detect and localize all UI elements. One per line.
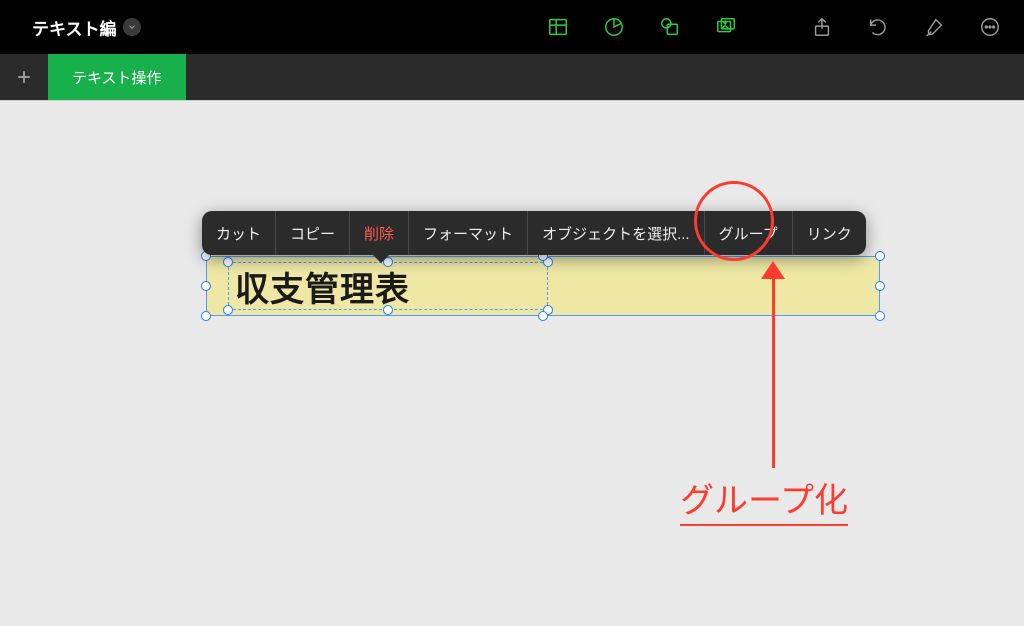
context-menu-cut[interactable]: カット [202, 211, 275, 255]
plus-icon [14, 67, 34, 87]
shape-handle-w[interactable] [201, 281, 211, 291]
shape-handle-s[interactable] [538, 311, 548, 321]
add-sheet-button[interactable] [0, 54, 48, 100]
pie-chart-icon [603, 16, 625, 38]
undo-icon [867, 16, 889, 38]
sheet-tab-active[interactable]: テキスト操作 [48, 54, 186, 100]
more-button[interactable] [968, 5, 1012, 49]
shape-handle-sw[interactable] [201, 311, 211, 321]
document-title-text: テキスト編 [32, 15, 117, 40]
ellipsis-circle-icon [979, 16, 1001, 38]
shape-handle-se[interactable] [875, 311, 885, 321]
annotation-label: グループ化 [680, 473, 848, 526]
paint-brush-icon [923, 16, 945, 38]
context-menu-copy[interactable]: コピー [275, 211, 349, 255]
undo-button[interactable] [856, 5, 900, 49]
context-menu-delete[interactable]: 削除 [349, 211, 408, 255]
back-button[interactable] [12, 13, 20, 41]
share-button[interactable] [800, 5, 844, 49]
table-icon [547, 16, 569, 38]
shape-handle-ne[interactable] [875, 251, 885, 261]
share-icon [811, 16, 833, 38]
insert-media-button[interactable] [704, 5, 748, 49]
text-object-content: 収支管理表 [235, 262, 410, 311]
context-menu-format[interactable]: フォーマット [408, 211, 527, 255]
insert-shape-button[interactable] [648, 5, 692, 49]
canvas-area[interactable]: 収支管理表 カット コピー 削除 フォーマット オブジェクトを選択... グルー… [0, 100, 1024, 626]
insert-table-button[interactable] [536, 5, 580, 49]
document-title[interactable]: テキスト編 [32, 15, 141, 40]
shapes-icon [659, 16, 681, 38]
context-menu-group[interactable]: グループ [704, 211, 792, 255]
context-menu-select-objects[interactable]: オブジェクトを選択... [527, 211, 704, 255]
shape-handle-e[interactable] [875, 281, 885, 291]
text-handle-s[interactable] [383, 305, 393, 315]
insert-chart-button[interactable] [592, 5, 636, 49]
media-icon [715, 16, 737, 38]
text-object[interactable]: 収支管理表 [228, 262, 548, 310]
chevron-down-icon [123, 18, 141, 36]
text-handle-sw[interactable] [223, 305, 233, 315]
context-menu-link[interactable]: リンク [792, 211, 866, 255]
context-menu: カット コピー 削除 フォーマット オブジェクトを選択... グループ リンク [202, 211, 866, 255]
text-handle-nw[interactable] [223, 257, 233, 267]
sheet-tab-label: テキスト操作 [72, 67, 162, 88]
format-brush-button[interactable] [912, 5, 956, 49]
top-toolbar: テキスト編 [0, 0, 1024, 54]
sheet-tab-strip: テキスト操作 [0, 54, 1024, 100]
